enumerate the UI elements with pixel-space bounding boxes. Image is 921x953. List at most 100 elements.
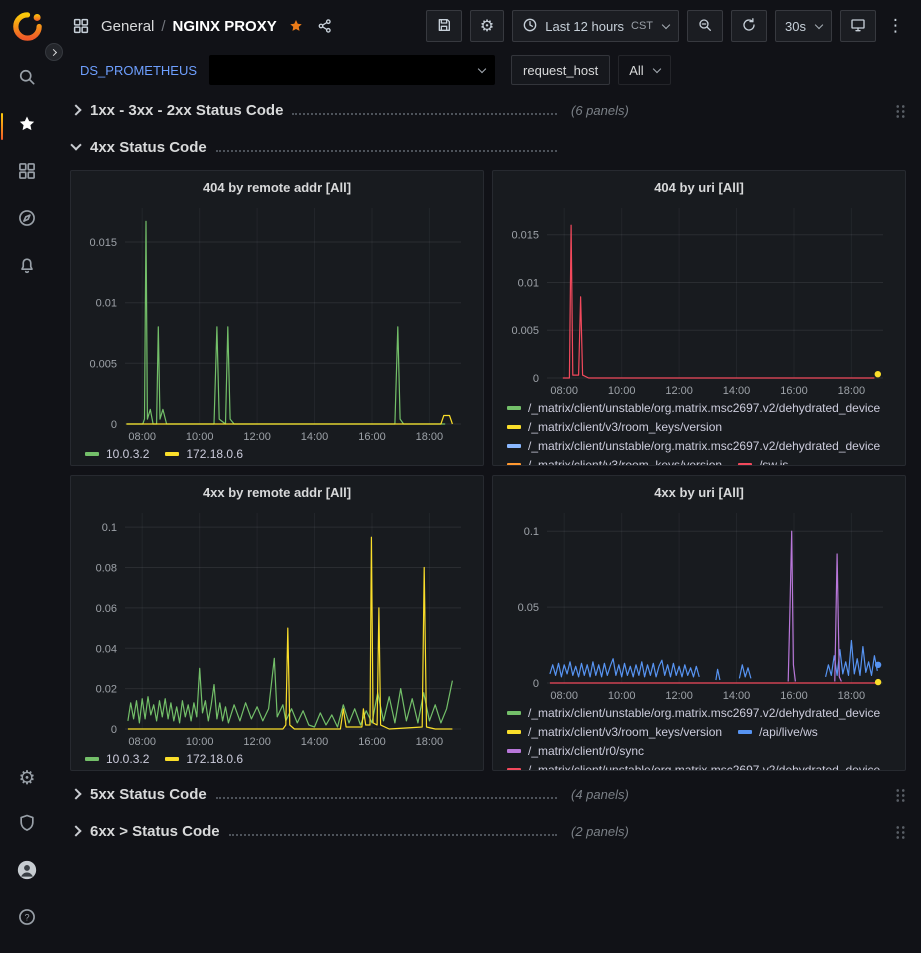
zoom-out-button[interactable] — [687, 10, 723, 42]
time-series-chart[interactable]: 00.0050.010.01508:0010:0012:0014:0016:00… — [79, 198, 475, 444]
favorite-star-icon[interactable] — [286, 16, 306, 36]
panel-4xx-by-uri: 4xx by uri [All] 00.050.108:0010:0012:00… — [492, 475, 906, 771]
sidebar-item-server-admin[interactable] — [0, 802, 54, 849]
svg-text:16:00: 16:00 — [780, 385, 808, 397]
legend-item[interactable]: /_matrix/client/v3/room_keys/version — [507, 419, 722, 434]
datasource-variable-select[interactable] — [209, 55, 495, 85]
legend-item[interactable]: /_matrix/client/unstable/org.matrix.msc2… — [507, 438, 880, 453]
row-1xx-3xx-2xx-status-code[interactable]: 1xx - 3xx - 2xx Status Code (6 panels) — [70, 96, 906, 124]
zoom-out-icon — [697, 17, 713, 36]
chevron-down-icon — [662, 20, 670, 28]
dashboards-grid-icon — [17, 161, 37, 186]
legend-item[interactable]: 172.18.0.6 — [165, 751, 243, 766]
sidebar-bottom-group: ⚙ ? — [0, 755, 54, 943]
legend-item[interactable]: /_matrix/client/v3/room_keys/version — [507, 724, 722, 739]
legend-label: 172.18.0.6 — [186, 752, 243, 766]
row-drag-handle-icon[interactable] — [895, 824, 906, 839]
series-color-swatch — [507, 406, 521, 410]
row-drag-handle-icon[interactable] — [895, 103, 906, 118]
svg-text:08:00: 08:00 — [128, 736, 156, 748]
legend-item[interactable]: /_matrix/client/unstable/org.matrix.msc2… — [507, 762, 880, 771]
time-range-picker[interactable]: Last 12 hours CST — [512, 10, 679, 42]
refresh-interval-value: 30s — [785, 19, 806, 34]
dotted-leader — [216, 789, 557, 799]
legend-item[interactable]: /sw.js — [738, 457, 788, 466]
breadcrumb-section[interactable]: General — [101, 18, 154, 35]
svg-text:0.1: 0.1 — [524, 526, 539, 538]
sidebar-expand-button[interactable] — [45, 43, 63, 61]
panel-title[interactable]: 404 by uri [All] — [501, 177, 897, 198]
row-title: 4xx Status Code — [90, 139, 207, 156]
legend-label: /_matrix/client/unstable/org.matrix.msc2… — [528, 763, 880, 772]
svg-text:10:00: 10:00 — [186, 736, 214, 748]
legend-label: /_matrix/client/unstable/org.matrix.msc2… — [528, 706, 880, 720]
series-color-swatch — [85, 757, 99, 761]
gear-icon: ⚙ — [480, 18, 494, 34]
legend-label: 10.0.3.2 — [106, 752, 149, 766]
legend-item[interactable]: /_matrix/client/r0/sync — [507, 743, 644, 758]
svg-text:0.015: 0.015 — [89, 237, 117, 249]
legend-item[interactable]: /_matrix/client/unstable/org.matrix.msc2… — [507, 705, 880, 720]
sidebar-item-help[interactable]: ? — [0, 896, 54, 943]
row-drag-handle-icon[interactable] — [895, 787, 906, 802]
chevron-right-icon — [70, 825, 81, 836]
legend-item[interactable]: 10.0.3.2 — [85, 751, 149, 766]
share-icon[interactable] — [315, 16, 335, 36]
refresh-button[interactable] — [731, 10, 767, 42]
dashboard-settings-button[interactable]: ⚙ — [470, 10, 504, 42]
save-icon — [436, 17, 452, 36]
sidebar-item-dashboards[interactable] — [0, 150, 54, 197]
sidebar-item-starred[interactable] — [0, 103, 54, 150]
grafana-logo[interactable] — [10, 9, 45, 44]
svg-text:10:00: 10:00 — [608, 690, 636, 702]
row-4xx-status-code[interactable]: 4xx Status Code — [70, 133, 906, 161]
panel-title[interactable]: 4xx by remote addr [All] — [79, 482, 475, 503]
legend-item[interactable]: 172.18.0.6 — [165, 446, 243, 461]
series-color-swatch — [507, 768, 521, 772]
row-5xx-status-code[interactable]: 5xx Status Code (4 panels) — [70, 780, 906, 808]
row-panel-count: (6 panels) — [571, 103, 629, 118]
sidebar-item-explore[interactable] — [0, 197, 54, 244]
svg-text:14:00: 14:00 — [723, 385, 751, 397]
time-series-chart[interactable]: 00.050.108:0010:0012:0014:0016:0018:00 — [501, 503, 897, 703]
more-options-kebab[interactable]: ⋮ — [884, 16, 907, 36]
request-host-variable-select[interactable]: All — [618, 55, 670, 85]
sidebar-item-search[interactable] — [0, 56, 54, 103]
question-icon: ? — [17, 907, 37, 932]
legend-item[interactable]: /api/live/ws — [738, 724, 818, 739]
chevron-down-icon — [478, 64, 486, 72]
panel-title[interactable]: 404 by remote addr [All] — [79, 177, 475, 198]
chart-legend: /_matrix/client/unstable/org.matrix.msc2… — [501, 398, 897, 466]
save-dashboard-button[interactable] — [426, 10, 462, 42]
request-host-variable-value: All — [629, 63, 643, 78]
legend-item[interactable]: /_matrix/client/unstable/org.matrix.msc2… — [507, 400, 880, 415]
row-6xx-status-code[interactable]: 6xx > Status Code (2 panels) — [70, 817, 906, 845]
variables-bar: DS_PROMETHEUS request_host All — [54, 52, 921, 88]
tv-mode-button[interactable] — [840, 10, 876, 42]
time-series-chart[interactable]: 00.0050.010.01508:0010:0012:0014:0016:00… — [501, 198, 897, 398]
refresh-icon — [741, 17, 757, 36]
avatar — [17, 860, 37, 885]
grafana-app: ⚙ ? — [0, 0, 921, 953]
time-series-chart[interactable]: 00.020.040.060.080.108:0010:0012:0014:00… — [79, 503, 475, 749]
panel-title[interactable]: 4xx by uri [All] — [501, 482, 897, 503]
dashboard-title[interactable]: NGINX PROXY — [173, 18, 277, 35]
datasource-variable-label[interactable]: DS_PROMETHEUS — [80, 63, 197, 78]
sidebar-item-configuration[interactable]: ⚙ — [0, 755, 54, 802]
svg-text:12:00: 12:00 — [243, 736, 271, 748]
time-range-label: Last 12 hours — [545, 19, 624, 34]
refresh-interval-picker[interactable]: 30s — [775, 10, 832, 42]
sidebar-item-profile[interactable] — [0, 849, 54, 896]
dotted-leader — [229, 826, 557, 836]
panel-404-by-uri: 404 by uri [All] 00.0050.010.01508:0010:… — [492, 170, 906, 466]
chart-svg: 00.020.040.060.080.108:0010:0012:0014:00… — [79, 503, 475, 749]
apps-grid-icon — [70, 15, 92, 37]
dotted-leader — [216, 142, 557, 152]
legend-item[interactable]: 10.0.3.2 — [85, 446, 149, 461]
svg-text:12:00: 12:00 — [665, 690, 693, 702]
legend-item[interactable]: /_matrix/client/v3/room_keys/version — [507, 457, 722, 466]
sidebar-item-alerting[interactable] — [0, 244, 54, 291]
chart-svg: 00.0050.010.01508:0010:0012:0014:0016:00… — [501, 198, 897, 398]
legend-label: /sw.js — [759, 458, 788, 467]
svg-text:16:00: 16:00 — [780, 690, 808, 702]
